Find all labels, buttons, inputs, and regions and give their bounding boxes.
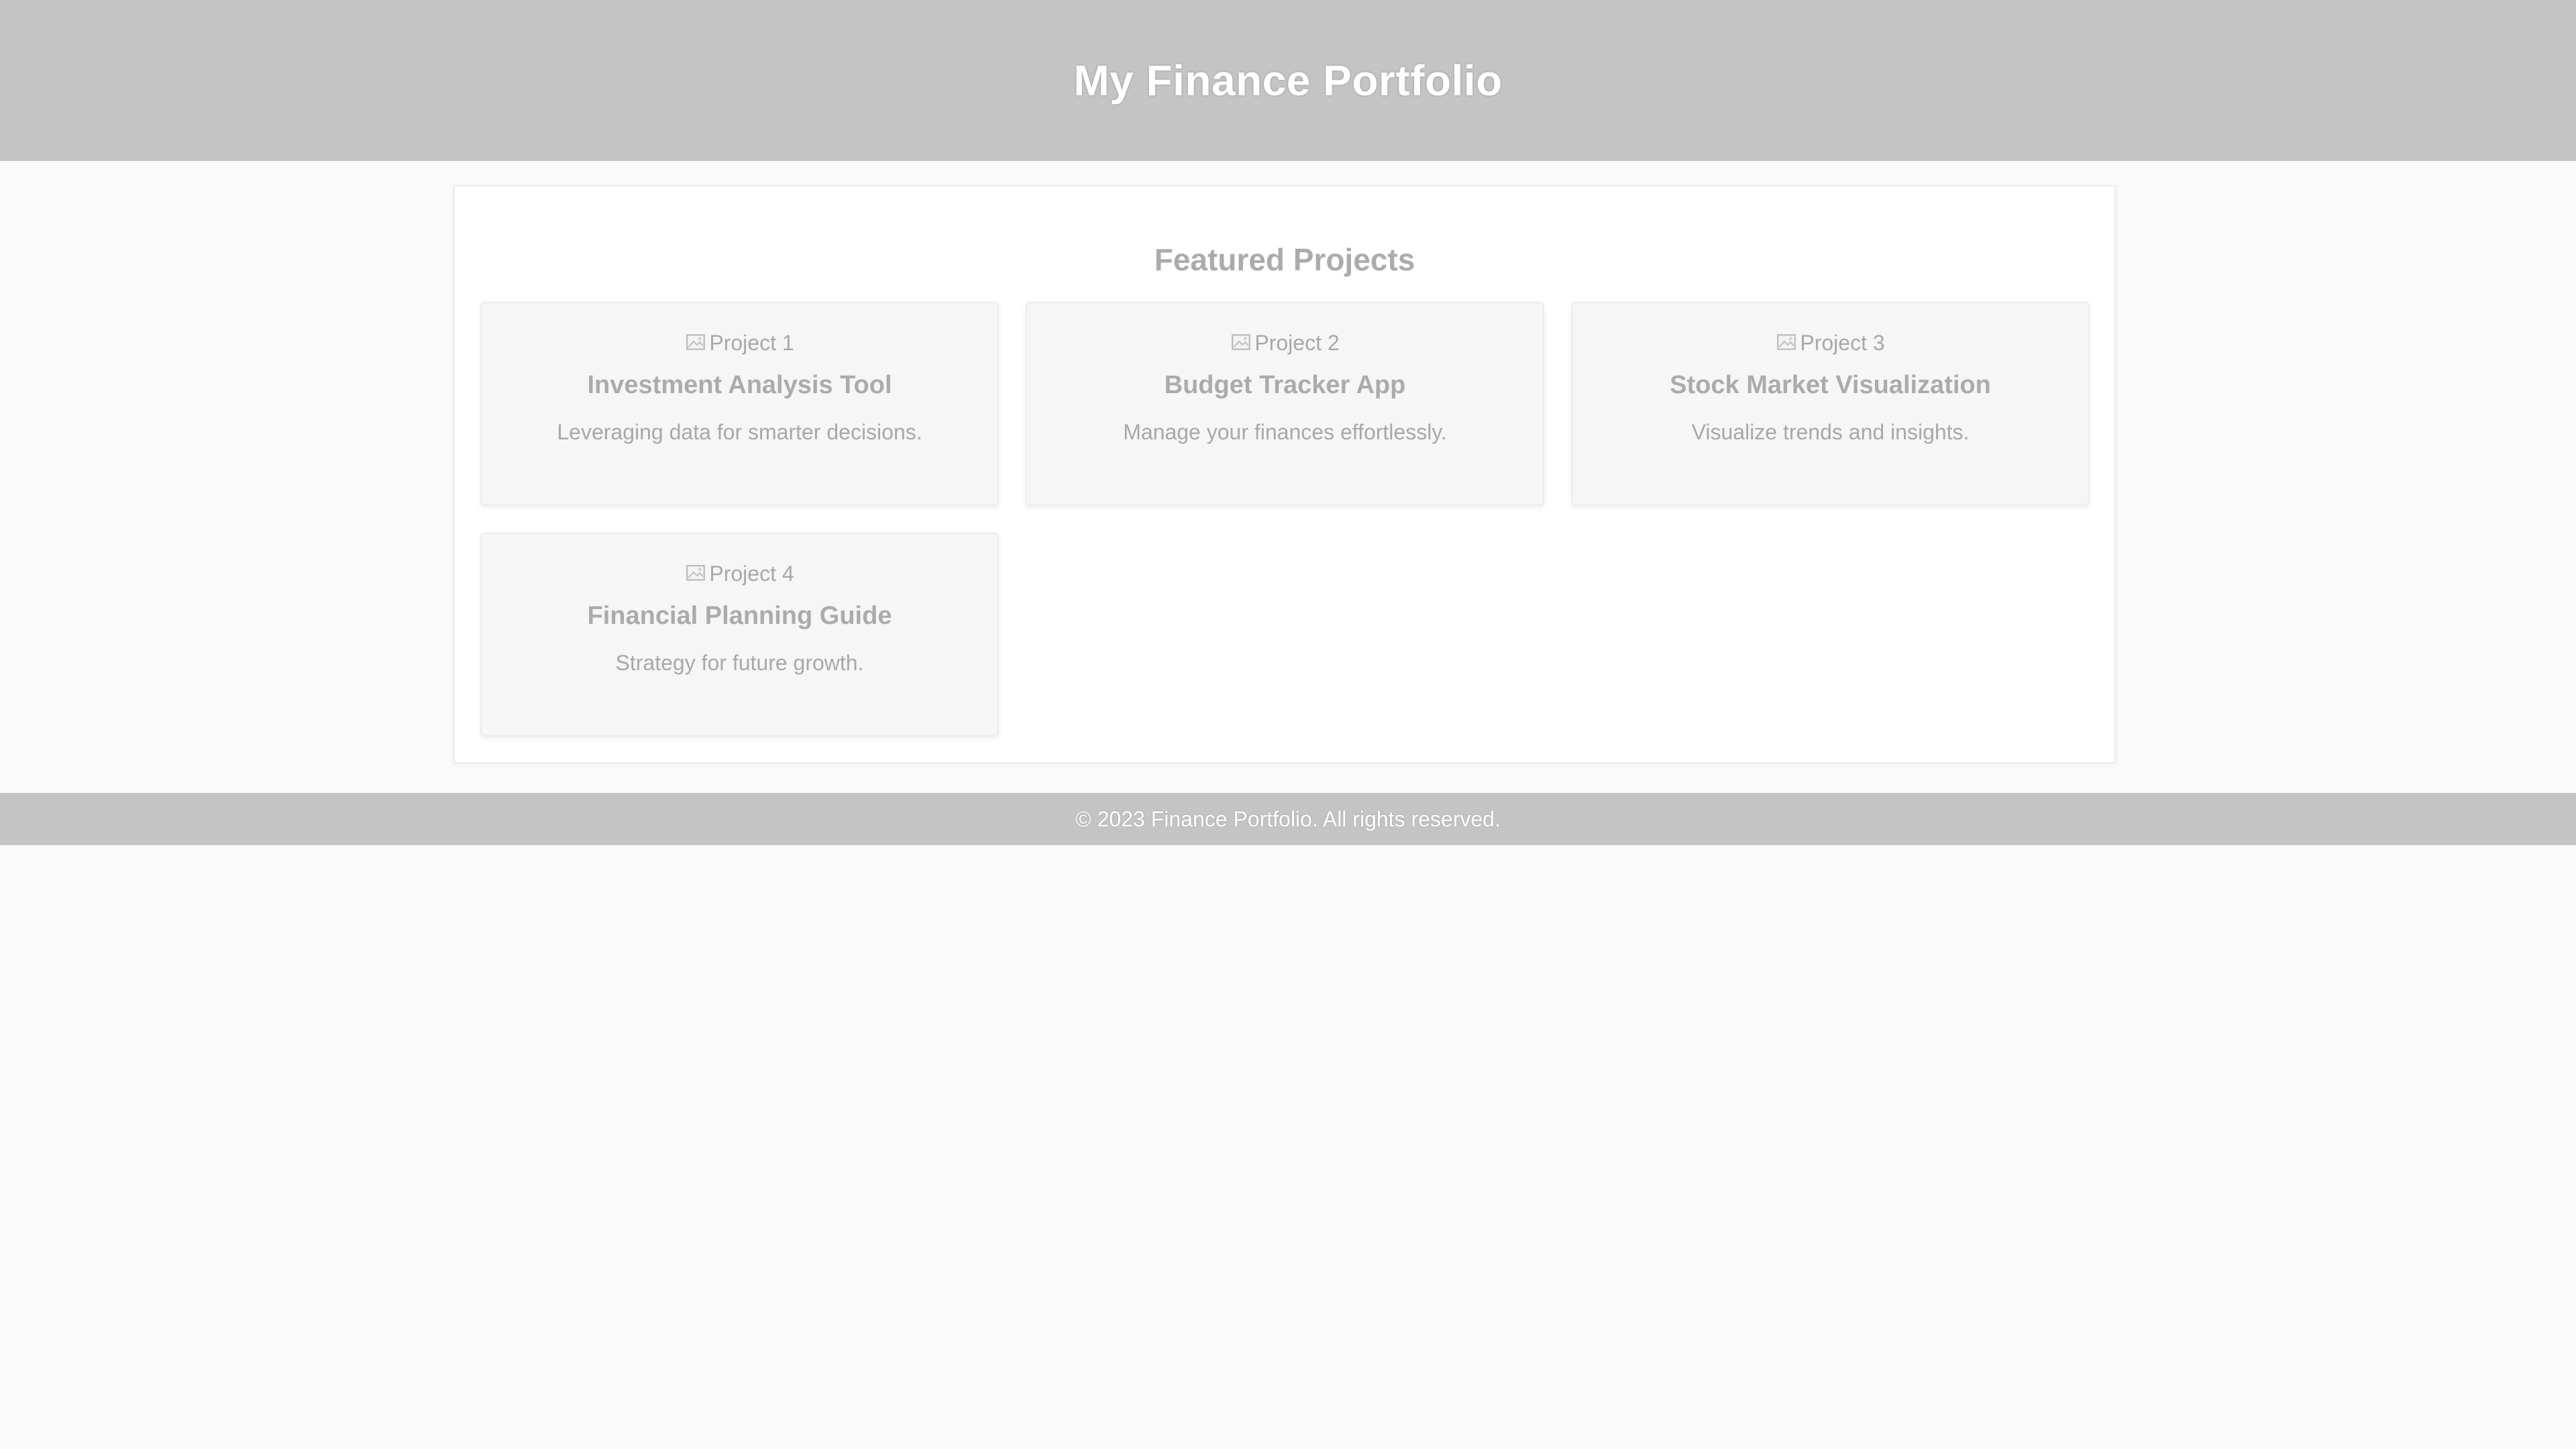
featured-projects-section: Featured Projects Project 1 Investment A… <box>453 185 2116 763</box>
project-description: Leveraging data for smarter decisions. <box>557 420 922 444</box>
project-title: Financial Planning Guide <box>587 602 892 630</box>
copyright-text: © 2023 Finance Portfolio. All rights res… <box>1075 806 1501 831</box>
page-title: My Finance Portfolio <box>1073 56 1503 105</box>
project-description: Manage your finances effortlessly. <box>1123 420 1447 444</box>
projects-grid: Project 1 Investment Analysis Tool Lever… <box>480 302 2090 737</box>
project-description: Strategy for future growth. <box>615 651 864 675</box>
broken-image-icon <box>686 565 706 581</box>
project-image-alt: Project 2 <box>1254 330 1340 355</box>
project-card-2[interactable]: Project 2 Budget Tracker App Manage your… <box>1026 302 1544 506</box>
broken-image-icon <box>1777 334 1796 350</box>
project-image-1: Project 1 <box>685 329 794 357</box>
site-footer: © 2023 Finance Portfolio. All rights res… <box>0 793 2576 845</box>
project-image-alt: Project 1 <box>709 330 794 355</box>
project-description: Visualize trends and insights. <box>1691 420 1970 444</box>
project-image-3: Project 3 <box>1776 329 1885 357</box>
section-title: Featured Projects <box>1154 242 1415 277</box>
site-header: My Finance Portfolio <box>0 0 2576 161</box>
broken-image-icon <box>1232 334 1251 350</box>
project-image-alt: Project 3 <box>1800 330 1885 355</box>
broken-image-icon <box>686 334 706 350</box>
project-card-3[interactable]: Project 3 Stock Market Visualization Vis… <box>1571 302 2090 506</box>
project-title: Budget Tracker App <box>1164 371 1406 399</box>
project-image-4: Project 4 <box>685 559 794 588</box>
project-title: Investment Analysis Tool <box>587 371 892 399</box>
project-image-2: Project 2 <box>1230 329 1340 357</box>
project-title: Stock Market Visualization <box>1670 371 1991 399</box>
project-card-1[interactable]: Project 1 Investment Analysis Tool Lever… <box>480 302 999 506</box>
project-card-4[interactable]: Project 4 Financial Planning Guide Strat… <box>480 533 999 737</box>
project-image-alt: Project 4 <box>709 561 794 586</box>
